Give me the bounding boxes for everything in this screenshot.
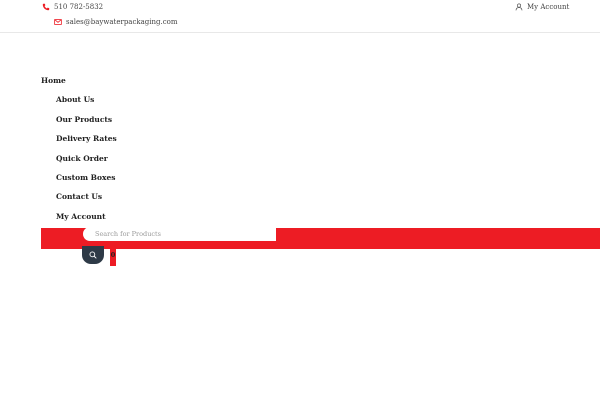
nav-item-my-account[interactable]: My Account	[56, 212, 106, 222]
nav-item-delivery-rates[interactable]: Delivery Rates	[56, 134, 117, 144]
nav-item-contact-us[interactable]: Contact Us	[56, 192, 102, 202]
cart-count-badge[interactable]: 0	[110, 248, 116, 266]
envelope-icon	[54, 18, 62, 26]
phone-number: 510 782-5832	[54, 3, 104, 11]
email-link[interactable]: sales@baywaterpackaging.com	[54, 18, 178, 26]
nav-item-quick-order[interactable]: Quick Order	[56, 154, 108, 164]
nav-item-home[interactable]: Home	[41, 76, 66, 86]
nav-item-custom-boxes[interactable]: Custom Boxes	[56, 173, 115, 183]
phone-icon	[42, 3, 50, 11]
phone-link[interactable]: 510 782-5832	[42, 3, 103, 11]
user-icon	[515, 3, 523, 11]
top-bar: 510 782-5832 sales@baywaterpackaging.com…	[0, 0, 600, 33]
email-address: sales@baywaterpackaging.com	[66, 18, 178, 26]
my-account-label: My Account	[527, 3, 570, 11]
search-input[interactable]	[83, 227, 276, 241]
page: 510 782-5832 sales@baywaterpackaging.com…	[0, 0, 600, 400]
nav-item-about-us[interactable]: About Us	[56, 95, 94, 105]
search-button[interactable]	[82, 246, 104, 264]
magnifier-icon	[89, 251, 97, 259]
my-account-link[interactable]: My Account	[515, 3, 569, 11]
nav-item-our-products[interactable]: Our Products	[56, 115, 112, 125]
